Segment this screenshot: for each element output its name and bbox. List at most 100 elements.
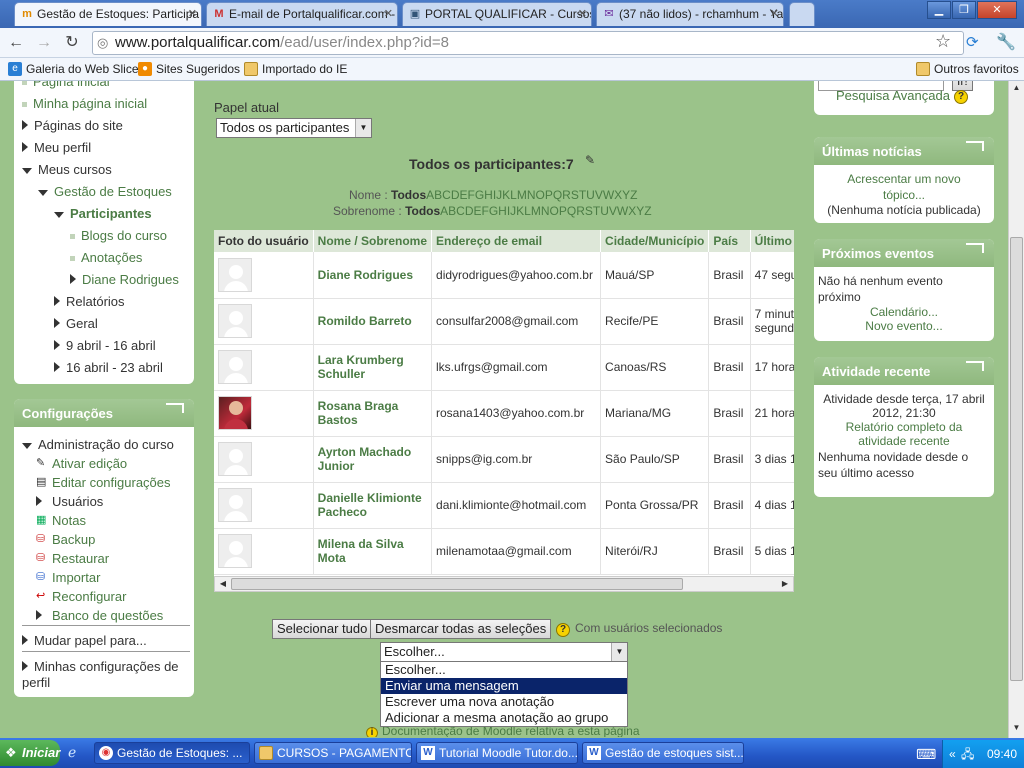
avatar[interactable] [218, 396, 252, 430]
settings-item[interactable]: ⛁ Importar [36, 568, 171, 587]
block-dock-icon[interactable] [966, 243, 984, 253]
option-new-note[interactable]: Escrever uma nova anotação [381, 694, 627, 710]
wrench-icon[interactable]: 🔧 [996, 32, 1016, 52]
help-icon[interactable]: ? [556, 623, 570, 637]
task-gestao-estoques-sist[interactable]: W Gestão de estoques sist... [582, 742, 744, 764]
task-tutorial-moodle[interactable]: W Tutorial Moodle Tutor.do... [416, 742, 578, 764]
nav-item[interactable]: Relatórios [54, 291, 125, 313]
user-photo-cell[interactable] [214, 298, 314, 345]
settings-item[interactable]: ▦ Notas [36, 511, 171, 530]
user-photo-cell[interactable] [214, 482, 314, 529]
option-group-note[interactable]: Adicionar a mesma anotação ao grupo [381, 710, 627, 726]
name-filter-all[interactable]: Todos [391, 188, 426, 202]
user-photo-cell[interactable] [214, 344, 314, 391]
option-choose[interactable]: Escolher... [381, 662, 627, 678]
bookmark-imported-ie[interactable]: Importado do IE [244, 62, 347, 76]
keyboard-icon[interactable]: ⌨ [916, 746, 936, 763]
add-topic-link[interactable]: Acrescentar um novo tópico... [832, 171, 976, 203]
name-filter-letters[interactable]: ABCDEFGHIJKLMNOPQRSTUVWXYZ [426, 188, 637, 202]
settings-item[interactable]: ▤ Editar configurações [36, 473, 171, 492]
calendar-link[interactable]: Calendário... [818, 305, 990, 319]
surname-filter-all[interactable]: Todos [405, 204, 440, 218]
bookmark-suggested-sites[interactable]: ● Sites Sugeridos [138, 62, 240, 76]
user-photo-cell[interactable] [214, 252, 314, 299]
cell-name[interactable]: Ayrton Machado Junior [313, 436, 433, 483]
nav-item[interactable]: Gestão de Estoques [38, 181, 172, 203]
avatar[interactable] [218, 488, 252, 522]
my-profile-settings[interactable]: Minhas configurações de perfil [22, 659, 190, 691]
nav-item[interactable]: 16 abril - 23 abril [54, 357, 163, 379]
nav-item[interactable]: Página inicial [22, 81, 110, 93]
course-admin[interactable]: Administração do curso [22, 437, 174, 452]
cell-name[interactable]: Milena da Silva Mota [313, 528, 433, 575]
page-vertical-scrollbar[interactable]: ▲ ▼ [1008, 81, 1024, 738]
settings-item[interactable]: ⛁ Restaurar [36, 549, 171, 568]
tab-gestao-estoques[interactable]: m Gestão de Estoques: Participa ✕ [14, 2, 202, 26]
tab-yahoo-mail[interactable]: ✉ (37 não lidos) - rchamhum - Ya ✕ [596, 2, 784, 26]
scroll-thumb[interactable] [1010, 237, 1023, 681]
ie-quicklaunch-icon[interactable]: ℯ [68, 744, 76, 761]
close-tab-icon[interactable]: ✕ [188, 3, 197, 25]
select-all-button[interactable]: Selecionar tudo [272, 619, 373, 639]
nav-item[interactable]: Anotações [70, 247, 142, 269]
scroll-down-icon[interactable]: ▼ [1009, 723, 1024, 732]
settings-item[interactable]: Banco de questões [36, 606, 171, 625]
edit-icon[interactable]: ✎ [585, 153, 595, 167]
nav-item[interactable]: Meus cursos [22, 159, 112, 181]
advanced-search-link[interactable]: Pesquisa Avançada [836, 88, 950, 103]
address-bar[interactable]: ◎ www.portalqualificar.com/ead/user/inde… [92, 31, 964, 55]
avatar[interactable] [218, 534, 252, 568]
surname-filter-letters[interactable]: ABCDEFGHIJKLMNOPQRSTUVWXYZ [440, 204, 651, 218]
sync-icon[interactable]: ⟳ [966, 33, 979, 51]
close-tab-icon[interactable]: ✕ [578, 3, 587, 25]
deselect-all-button[interactable]: Desmarcar todas as seleções [370, 619, 552, 639]
current-role-select[interactable]: Todos os participantes ▼ [216, 118, 372, 138]
close-tab-icon[interactable]: ✕ [770, 3, 779, 25]
user-photo-cell[interactable] [214, 436, 314, 483]
settings-item[interactable]: ↩ Reconfigurar [36, 587, 171, 606]
nav-item[interactable]: Páginas do site [22, 115, 123, 137]
cell-name[interactable]: Danielle Klimionte Pacheco [313, 482, 433, 529]
new-event-link[interactable]: Novo evento... [818, 319, 990, 333]
block-dock-icon[interactable] [966, 141, 984, 151]
avatar[interactable] [218, 304, 252, 338]
nav-item[interactable]: Meu perfil [22, 137, 91, 159]
action-select[interactable]: Escolher... ▼ [380, 642, 628, 662]
close-window-icon[interactable]: ✕ [977, 1, 1017, 19]
user-photo-cell[interactable] [214, 390, 314, 437]
task-cursos-pagamentos[interactable]: CURSOS - PAGAMENTOS [254, 742, 412, 764]
network-icon[interactable]: 🖧 [961, 740, 974, 768]
clock[interactable]: 09:40 [987, 740, 1017, 768]
nav-item[interactable]: Blogs do curso [70, 225, 167, 247]
column-name[interactable]: Nome / Sobrenome [313, 230, 433, 252]
scroll-up-icon[interactable]: ▲ [1009, 83, 1024, 92]
column-email[interactable]: Endereço de email [431, 230, 602, 252]
bookmark-web-slice[interactable]: e Galeria do Web Slice [8, 62, 139, 76]
column-city[interactable]: Cidade/Município [600, 230, 710, 252]
reload-icon[interactable]: ↻ [62, 33, 82, 53]
user-photo-cell[interactable] [214, 528, 314, 575]
column-country[interactable]: País [708, 230, 751, 252]
tray-expand-icon[interactable]: « [949, 740, 956, 768]
tab-portal[interactable]: ▣ PORTAL QUALIFICAR - Cursos ✕ [402, 2, 592, 26]
task-gestao-estoques[interactable]: ◉ Gestão de Estoques: ... [94, 742, 250, 764]
settings-item[interactable]: Usuários [36, 492, 171, 511]
bookmark-other[interactable]: Outros favoritos [916, 62, 1019, 76]
new-tab-button[interactable] [789, 2, 815, 26]
cell-name[interactable]: Rosana Braga Bastos [313, 390, 433, 437]
nav-item[interactable]: Diane Rodrigues [70, 269, 179, 291]
nav-item[interactable]: Participantes [54, 203, 152, 225]
avatar[interactable] [218, 442, 252, 476]
tab-email[interactable]: M E-mail de Portalqualificar.com - ✕ [206, 2, 398, 26]
settings-item[interactable]: ⛁ Backup [36, 530, 171, 549]
nav-item[interactable]: Minha página inicial [22, 93, 147, 115]
scroll-right-icon[interactable]: ▶ [777, 577, 793, 591]
back-icon[interactable]: ← [6, 33, 26, 53]
scroll-thumb[interactable] [231, 578, 683, 590]
settings-item[interactable]: ✎ Ativar edição [36, 454, 171, 473]
cell-name[interactable]: Lara Krumberg Schuller [313, 344, 433, 391]
full-report-link[interactable]: Relatório completo da atividade recente [828, 420, 980, 448]
close-tab-icon[interactable]: ✕ [384, 3, 393, 25]
help-icon[interactable]: ? [954, 90, 968, 104]
cell-name[interactable]: Romildo Barreto [313, 298, 433, 345]
